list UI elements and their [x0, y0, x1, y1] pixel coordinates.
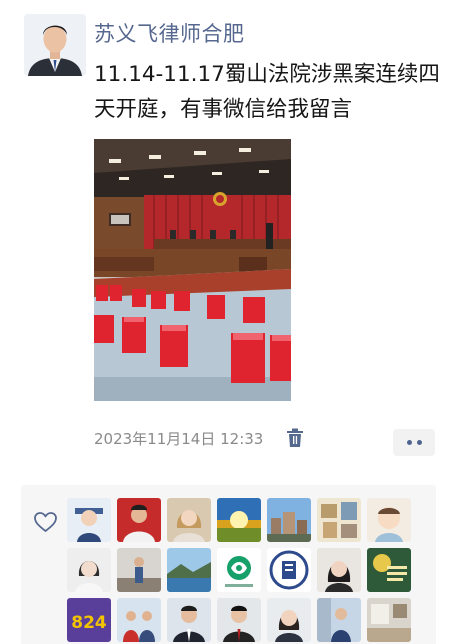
- post-text: 11.14-11.17蜀山法院涉黑案连续四天开庭，有事微信给我留言: [94, 62, 440, 122]
- more-dots-icon: [406, 440, 412, 445]
- liker-avatar[interactable]: [267, 598, 311, 642]
- liker-avatar[interactable]: [317, 598, 361, 642]
- liker-avatar[interactable]: [217, 498, 261, 542]
- liker-avatar[interactable]: [267, 498, 311, 542]
- liker-avatar[interactable]: [317, 548, 361, 592]
- liker-avatar[interactable]: [267, 548, 311, 592]
- trash-icon[interactable]: [286, 428, 304, 448]
- author-avatar[interactable]: [24, 14, 86, 76]
- more-options-button[interactable]: [393, 429, 435, 456]
- post-image[interactable]: [94, 139, 291, 401]
- liker-avatar[interactable]: [217, 598, 261, 642]
- liker-avatar[interactable]: [317, 498, 361, 542]
- liker-avatar[interactable]: [367, 548, 411, 592]
- liker-avatar[interactable]: [167, 548, 211, 592]
- liker-avatar[interactable]: [367, 498, 411, 542]
- liker-avatar[interactable]: [167, 598, 211, 642]
- liker-avatar[interactable]: [217, 548, 261, 592]
- liker-avatar[interactable]: [117, 598, 161, 642]
- liker-avatar[interactable]: [117, 498, 161, 542]
- liker-avatar-grid: 824: [67, 498, 412, 642]
- avatar-824-text: 824: [71, 613, 107, 633]
- liker-avatar[interactable]: [117, 548, 161, 592]
- liker-avatar[interactable]: [67, 548, 111, 592]
- liker-avatar[interactable]: 824: [67, 598, 111, 642]
- post-timestamp: 2023年11月14日 12:33: [94, 430, 264, 448]
- liker-avatar[interactable]: [67, 498, 111, 542]
- liker-avatar[interactable]: [167, 498, 211, 542]
- heart-outline-icon: [33, 511, 58, 533]
- liker-avatar[interactable]: [367, 598, 411, 642]
- author-name[interactable]: 苏义飞律师合肥: [94, 18, 245, 48]
